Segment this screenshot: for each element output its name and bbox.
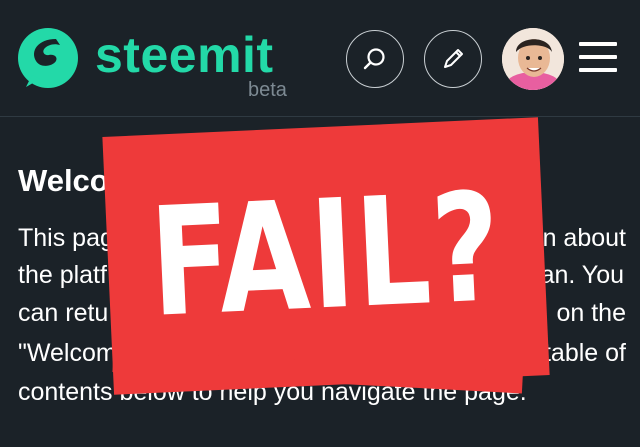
- steemit-logo-icon[interactable]: [16, 27, 80, 89]
- create-post-button[interactable]: [424, 30, 482, 88]
- body-text-line-1-right: rn about: [534, 224, 626, 252]
- body-text-line-4-right: table of: [543, 339, 626, 367]
- main-menu-button[interactable]: [579, 40, 621, 76]
- top-navigation-bar: steemit beta: [0, 0, 640, 114]
- search-icon: [363, 48, 385, 70]
- brand-name[interactable]: steemit: [95, 30, 274, 80]
- body-text-line-3-right: on the: [556, 299, 626, 327]
- body-text-line-2-left: the platf: [18, 261, 107, 289]
- user-avatar[interactable]: [502, 28, 564, 90]
- beta-label: beta: [248, 79, 287, 101]
- body-text-line-3-left: can retu: [18, 299, 109, 327]
- header-divider: [0, 116, 640, 117]
- fail-overlay-text: FAIL?: [146, 161, 506, 351]
- body-text-line-2-right: an. You: [540, 261, 624, 289]
- pencil-icon: [444, 49, 463, 68]
- page-heading: Welco: [18, 163, 109, 198]
- search-button[interactable]: [346, 30, 404, 88]
